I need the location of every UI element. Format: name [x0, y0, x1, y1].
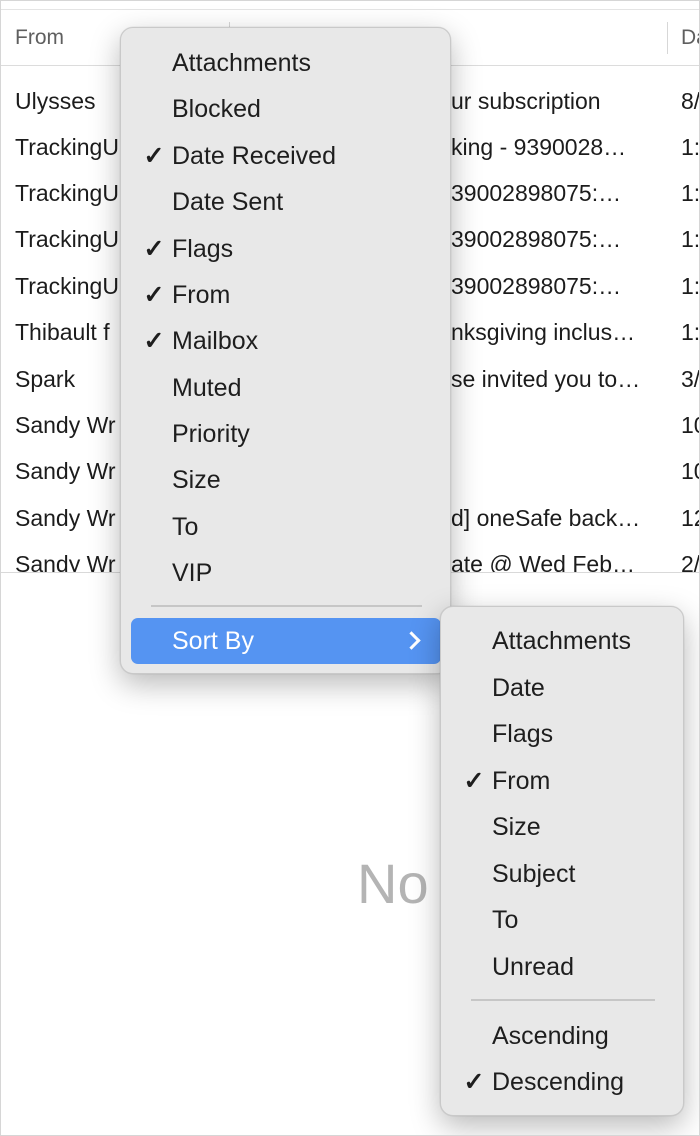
menu-separator — [471, 999, 655, 1001]
menu-separator — [151, 605, 422, 607]
sort-order-ascending[interactable]: Ascending — [459, 1014, 674, 1058]
menu-item-mailbox[interactable]: ✓ Mailbox — [139, 319, 439, 363]
menu-item-label: Muted — [172, 374, 242, 402]
sort-item-flags[interactable]: Flags — [459, 712, 674, 756]
row-subject: 39002898075:… — [451, 226, 622, 252]
menu-item-muted[interactable]: Muted — [139, 366, 439, 410]
checkmark-icon: ✓ — [463, 767, 485, 795]
row-date: 10 — [681, 412, 699, 438]
column-header-date[interactable]: Da — [681, 10, 699, 66]
row-subject: d] oneSafe back… — [451, 505, 641, 531]
menu-item-label: Attachments — [492, 627, 631, 655]
sort-item-size[interactable]: Size — [459, 805, 674, 849]
menu-item-label: Size — [492, 813, 541, 841]
checkmark-icon: ✓ — [143, 235, 165, 263]
sort-by-submenu: Attachments Date Flags ✓ From Size Subje… — [440, 606, 684, 1116]
menu-item-flags[interactable]: ✓ Flags — [139, 227, 439, 271]
row-subject — [451, 448, 651, 494]
menu-item-label: Descending — [492, 1068, 625, 1096]
mail-window: From Da Ulysses ur subscription 8/ Track… — [0, 0, 700, 1136]
menu-item-size[interactable]: Size — [139, 458, 439, 502]
row-date: 1: — [681, 134, 700, 160]
menu-item-sort-by[interactable]: Sort By — [131, 618, 441, 664]
column-divider[interactable] — [667, 22, 668, 54]
menu-item-label: Ascending — [492, 1022, 609, 1050]
sort-item-date[interactable]: Date — [459, 666, 674, 710]
menu-item-label: Mailbox — [172, 327, 259, 355]
menu-item-label: Sort By — [172, 627, 254, 655]
row-date: 1: — [681, 226, 700, 252]
menu-item-label: Size — [172, 466, 221, 494]
sort-item-from[interactable]: ✓ From — [459, 759, 674, 803]
menu-item-label: To — [172, 513, 199, 541]
menu-item-label: Date — [492, 674, 545, 702]
menu-item-label: Flags — [492, 720, 554, 748]
row-subject: 39002898075:… — [451, 273, 622, 299]
menu-item-attachments[interactable]: Attachments — [139, 41, 439, 85]
row-date: 3/ — [681, 366, 700, 392]
menu-item-priority[interactable]: Priority — [139, 412, 439, 456]
row-subject — [451, 402, 651, 448]
menu-item-label: From — [172, 281, 231, 309]
row-subject: nksgiving inclus… — [451, 319, 636, 345]
menu-item-label: Unread — [492, 953, 574, 981]
row-subject: ur subscription — [451, 88, 601, 114]
row-subject: king - 9390028… — [451, 134, 627, 160]
menu-item-vip[interactable]: VIP — [139, 551, 439, 595]
sort-order-descending[interactable]: ✓ Descending — [459, 1060, 674, 1104]
menu-item-from[interactable]: ✓ From — [139, 273, 439, 317]
menu-item-label: Priority — [172, 420, 250, 448]
checkmark-icon: ✓ — [143, 327, 165, 355]
columns-context-menu: Attachments Blocked ✓ Date Received Date… — [120, 27, 451, 674]
menu-item-label: Blocked — [172, 95, 261, 123]
row-date: 1: — [681, 180, 700, 206]
row-subject: 39002898075:… — [451, 180, 622, 206]
row-date: 8/ — [681, 88, 700, 114]
no-message-placeholder: No — [357, 852, 429, 915]
menu-item-blocked[interactable]: Blocked — [139, 87, 439, 131]
column-header-from[interactable]: From — [15, 10, 64, 66]
row-date: 12 — [681, 505, 699, 531]
menu-item-date-sent[interactable]: Date Sent — [139, 180, 439, 224]
sort-item-attachments[interactable]: Attachments — [459, 619, 674, 663]
sort-item-unread[interactable]: Unread — [459, 945, 674, 989]
menu-item-label: To — [492, 906, 519, 934]
row-date: 1: — [681, 273, 700, 299]
row-subject: ate @ Wed Feb… — [451, 551, 635, 573]
checkmark-icon: ✓ — [143, 142, 165, 170]
menu-item-label: Flags — [172, 235, 234, 263]
menu-item-label: From — [492, 767, 551, 795]
sort-item-subject[interactable]: Subject — [459, 852, 674, 896]
menu-item-label: Date Received — [172, 142, 336, 170]
checkmark-icon: ✓ — [463, 1068, 485, 1096]
row-date: 10 — [681, 458, 699, 484]
menu-item-label: Date Sent — [172, 188, 284, 216]
row-date: 1: — [681, 319, 700, 345]
menu-item-label: Attachments — [172, 49, 311, 77]
checkmark-icon: ✓ — [143, 281, 165, 309]
row-subject: se invited you to… — [451, 366, 641, 392]
menu-item-date-received[interactable]: ✓ Date Received — [139, 134, 439, 178]
menu-item-label: VIP — [172, 559, 213, 587]
menu-item-label: Subject — [492, 860, 576, 888]
menu-item-to[interactable]: To — [139, 505, 439, 549]
sort-item-to[interactable]: To — [459, 898, 674, 942]
chevron-right-icon — [402, 631, 421, 650]
row-date: 2/ — [681, 551, 700, 573]
